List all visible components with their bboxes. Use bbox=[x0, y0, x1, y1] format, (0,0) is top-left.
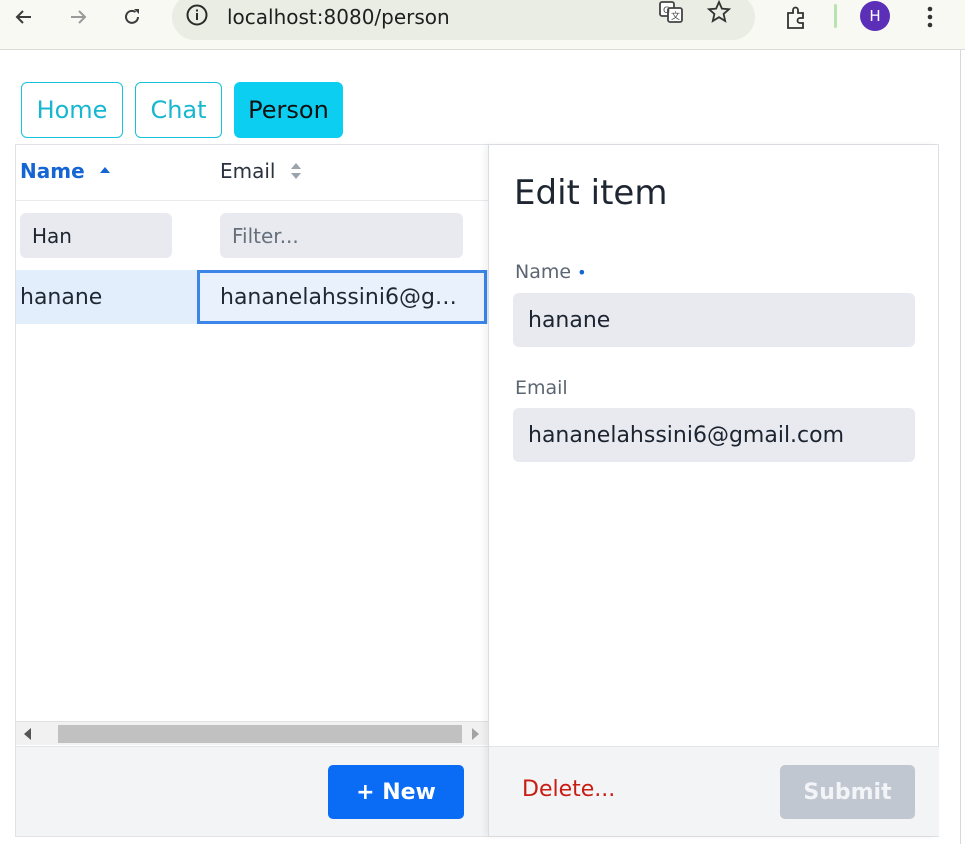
column-header-email[interactable]: Email bbox=[220, 159, 302, 183]
reload-button[interactable] bbox=[114, 0, 150, 34]
name-cell[interactable]: hanane bbox=[20, 270, 196, 324]
name-field-label: Name • bbox=[515, 261, 587, 283]
extensions-icon[interactable] bbox=[781, 3, 811, 33]
grid-footer: + New bbox=[16, 746, 488, 836]
column-header-name-label: Name bbox=[20, 159, 85, 183]
edit-footer: Delete... Submit bbox=[489, 746, 939, 836]
toolbar-separator bbox=[834, 4, 837, 28]
delete-button[interactable]: Delete... bbox=[522, 777, 615, 802]
edit-form: Edit item Name • hanane Email hananelahss… bbox=[488, 145, 939, 836]
menu-dots-icon[interactable] bbox=[915, 2, 945, 32]
nav-chat-button[interactable]: Chat bbox=[135, 82, 222, 138]
window-edge bbox=[960, 50, 965, 844]
svg-text:G: G bbox=[663, 6, 670, 16]
crud-container: Name Email hanane hananelahssini6@g… + N… bbox=[15, 144, 939, 837]
sort-both-icon bbox=[290, 163, 301, 179]
browser-toolbar: localhost:8080/person G文 H bbox=[0, 0, 965, 50]
scrollbar-thumb[interactable] bbox=[58, 725, 462, 743]
edit-title: Edit item bbox=[514, 173, 668, 213]
horizontal-scrollbar[interactable] bbox=[16, 721, 488, 745]
email-filter-input[interactable] bbox=[220, 213, 463, 258]
back-button[interactable] bbox=[6, 0, 42, 34]
email-field[interactable]: hananelahssini6@gmail.com bbox=[513, 408, 915, 462]
svg-text:文: 文 bbox=[671, 10, 680, 22]
column-header-name[interactable]: Name bbox=[20, 159, 111, 183]
address-bar[interactable]: localhost:8080/person G文 bbox=[172, 0, 755, 40]
sort-ascending-icon bbox=[99, 167, 110, 173]
column-header-email-label: Email bbox=[220, 159, 276, 183]
email-field-label: Email bbox=[515, 377, 568, 399]
info-icon[interactable] bbox=[184, 2, 210, 28]
filter-row bbox=[16, 201, 488, 271]
back-icon bbox=[15, 10, 31, 24]
scroll-right-icon[interactable] bbox=[472, 728, 479, 740]
submit-button[interactable]: Submit bbox=[780, 765, 915, 819]
address-url[interactable]: localhost:8080/person bbox=[227, 5, 450, 29]
name-field[interactable]: hanane bbox=[513, 293, 915, 347]
nav-person-button[interactable]: Person bbox=[234, 82, 343, 138]
scroll-left-icon[interactable] bbox=[24, 728, 31, 740]
profile-avatar[interactable]: H bbox=[860, 1, 890, 31]
email-cell[interactable]: hananelahssini6@g… bbox=[197, 270, 487, 324]
forward-icon bbox=[71, 10, 87, 24]
translate-icon[interactable]: G文 bbox=[656, 0, 686, 27]
name-filter-input[interactable] bbox=[20, 213, 172, 258]
new-button[interactable]: + New bbox=[328, 765, 464, 819]
reload-icon bbox=[125, 9, 139, 24]
bookmark-star-icon[interactable] bbox=[704, 0, 734, 27]
required-indicator-icon: • bbox=[577, 263, 587, 282]
grid-header: Name Email bbox=[16, 145, 488, 201]
forward-button[interactable] bbox=[60, 0, 96, 34]
person-grid: Name Email hanane hananelahssini6@g… + N… bbox=[16, 145, 488, 836]
nav-home-button[interactable]: Home bbox=[21, 82, 123, 138]
name-label-text: Name bbox=[515, 261, 572, 283]
table-row[interactable]: hanane hananelahssini6@g… bbox=[16, 270, 488, 324]
